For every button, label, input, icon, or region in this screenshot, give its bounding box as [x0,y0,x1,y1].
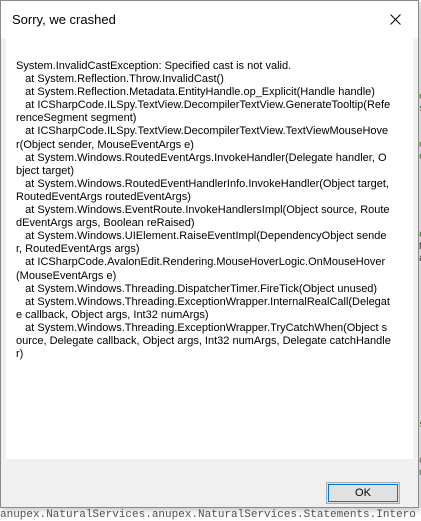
close-button[interactable] [372,1,418,38]
dialog-titlebar[interactable]: Sorry, we crashed [1,1,418,38]
close-icon [389,14,401,25]
exception-message[interactable]: System.InvalidCastException: Specified c… [16,60,391,361]
message-panel[interactable]: System.InvalidCastException: Specified c… [6,38,413,459]
background-code-line: anupex.NaturalServices.anupex.NaturalSer… [0,509,416,521]
ok-button-label: OK [355,487,371,499]
dialog-title: Sorry, we crashed [12,12,116,27]
ok-button[interactable]: OK [326,482,400,504]
crash-dialog: Sorry, we crashed System.InvalidCastExce… [0,0,419,508]
